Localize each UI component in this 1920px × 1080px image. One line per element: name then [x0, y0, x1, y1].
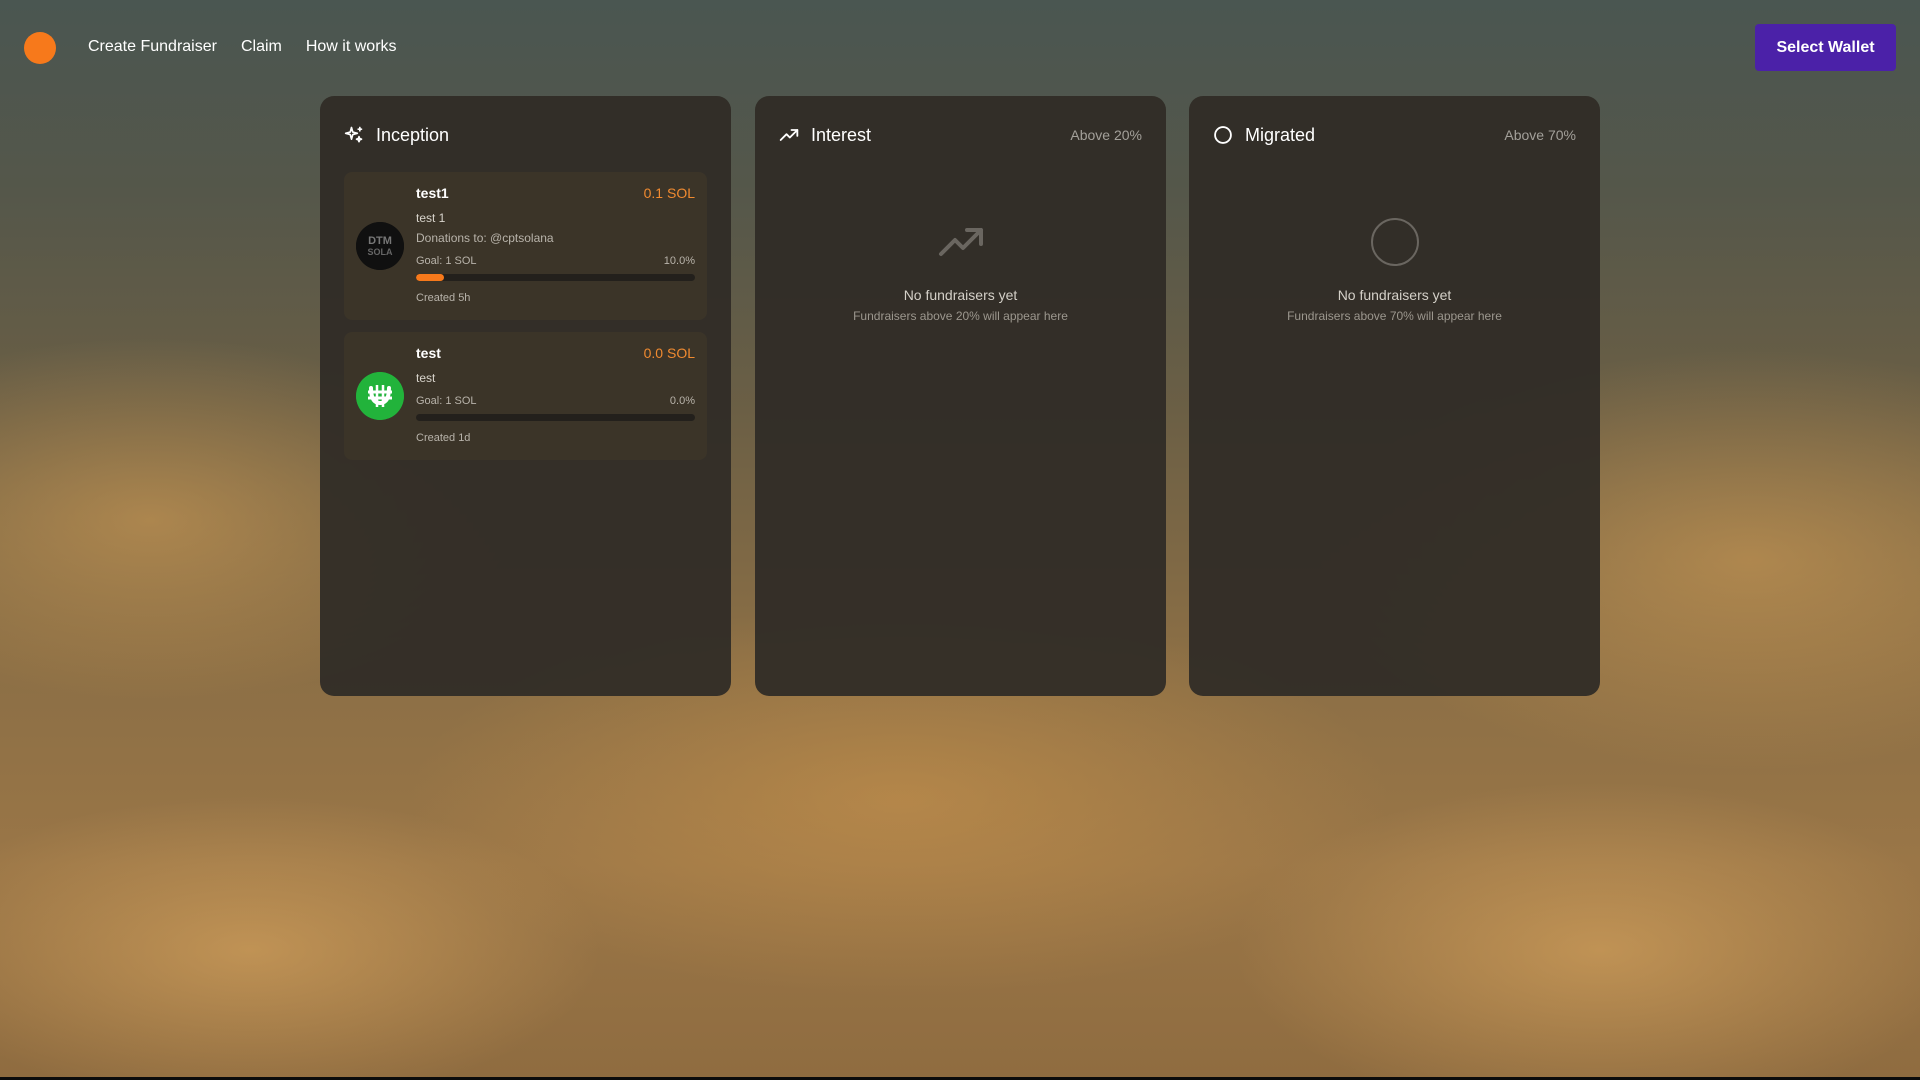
fundraiser-card[interactable]: DTM SOLA test1 0.1 SOL test 1 Donations … — [344, 172, 707, 320]
svg-text:DTM: DTM — [368, 235, 392, 247]
fundraiser-amount: 0.0 SOL — [643, 345, 695, 361]
logo[interactable] — [24, 32, 56, 64]
trending-up-icon — [935, 216, 987, 268]
nav-create-fundraiser[interactable]: Create Fundraiser — [88, 36, 217, 58]
empty-subtitle: Fundraisers above 20% will appear here — [853, 309, 1068, 323]
fundraiser-recipient: Donations to: @cptsolana — [416, 231, 554, 245]
top-navigation: Create Fundraiser Claim How it works Sel… — [0, 0, 1920, 94]
fundraiser-description: test — [416, 371, 436, 385]
main-nav: Create Fundraiser Claim How it works — [88, 36, 397, 58]
empty-state: No fundraisers yet Fundraisers above 70%… — [1189, 216, 1600, 324]
fundraiser-amount: 0.1 SOL — [643, 185, 695, 201]
column-title: Interest — [811, 124, 872, 145]
fundraiser-goal: Goal: 1 SOL — [416, 395, 477, 407]
sparkles-icon — [344, 125, 364, 145]
fundraiser-created: Created 1d — [416, 432, 471, 444]
select-wallet-button[interactable]: Select Wallet — [1755, 24, 1896, 71]
column-header: Interest Above 20% — [779, 122, 1142, 148]
column-header: Migrated Above 70% — [1213, 122, 1576, 148]
column-header: Inception — [344, 122, 707, 148]
svg-text:SOLA: SOLA — [367, 247, 393, 257]
column-title: Migrated — [1245, 124, 1316, 145]
fundraiser-description: test 1 — [416, 211, 446, 225]
circle-icon — [1369, 216, 1421, 268]
empty-title: No fundraisers yet — [903, 287, 1018, 303]
fundraiser-goal: Goal: 1 SOL — [416, 255, 477, 267]
empty-title: No fundraisers yet — [1337, 287, 1452, 303]
progress-bar — [416, 274, 695, 281]
progress-bar — [416, 414, 695, 421]
fundraiser-card[interactable]: test 0.0 SOL test Goal: 1 SOL 0.0% Creat… — [344, 332, 707, 460]
column-threshold: Above 20% — [1070, 127, 1142, 143]
interest-column: Interest Above 20% No fundraisers yet Fu… — [755, 96, 1166, 696]
fundraiser-created: Created 5h — [416, 292, 471, 304]
nav-claim[interactable]: Claim — [241, 36, 282, 58]
progress-fill — [416, 274, 444, 281]
circle-icon — [1213, 125, 1233, 145]
fundraiser-percent: 10.0% — [663, 255, 695, 267]
bitcoin-avatar-icon — [356, 372, 404, 420]
column-threshold: Above 70% — [1504, 127, 1576, 143]
column-title: Inception — [376, 124, 450, 145]
empty-subtitle: Fundraisers above 70% will appear here — [1287, 309, 1502, 323]
inception-column: Inception DTM SOLA test1 0.1 SOL test 1 … — [320, 96, 731, 696]
fundraiser-percent: 0.0% — [669, 395, 695, 407]
trending-up-icon — [779, 125, 799, 145]
nav-how-it-works[interactable]: How it works — [306, 36, 397, 58]
empty-state: No fundraisers yet Fundraisers above 20%… — [755, 216, 1166, 324]
fundraiser-avatar: DTM SOLA — [356, 222, 404, 270]
migrated-column: Migrated Above 70% No fundraisers yet Fu… — [1189, 96, 1600, 696]
